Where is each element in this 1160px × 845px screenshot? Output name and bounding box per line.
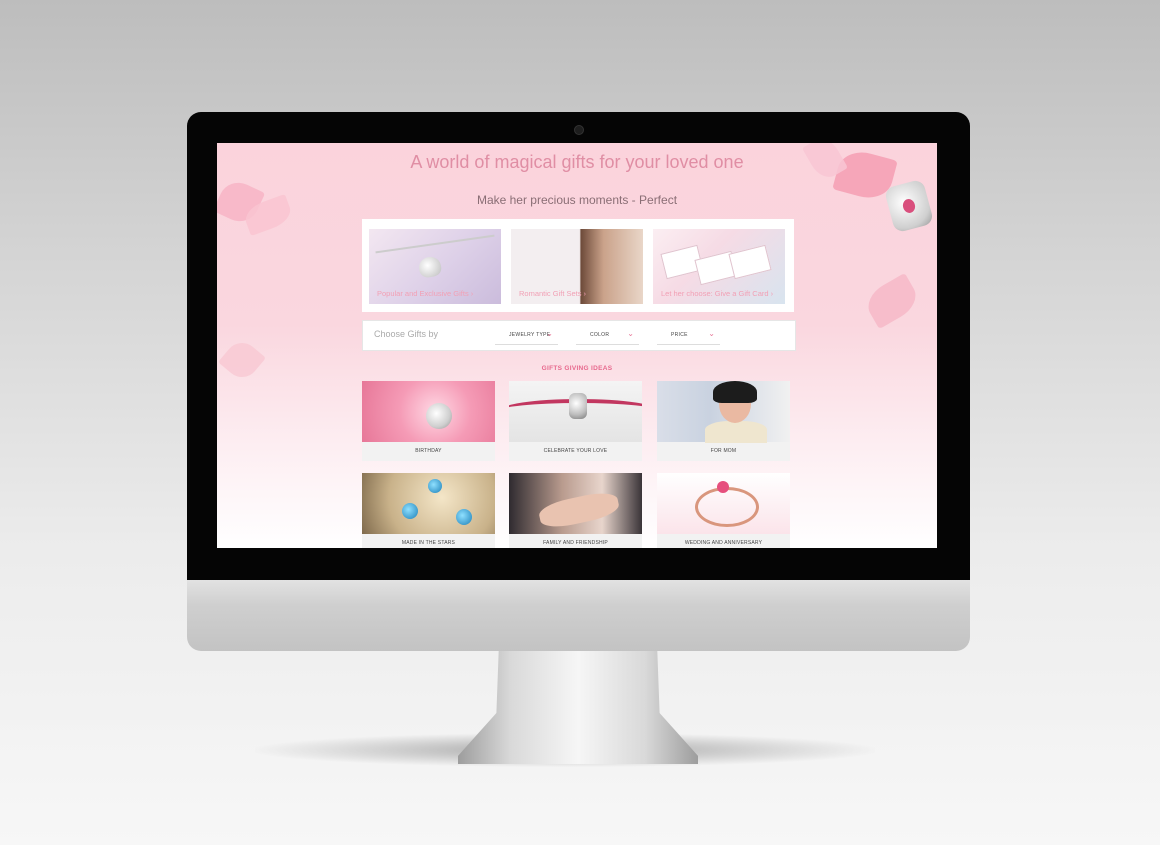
petal-decoration <box>861 272 923 330</box>
chevron-right-icon: › <box>770 289 774 298</box>
chevron-right-icon: › <box>470 289 474 298</box>
dress-shape <box>705 421 767 443</box>
gift-idea-card-wedding-anniversary[interactable]: WEDDING AND ANNIVERSARY <box>657 473 790 548</box>
bracelet-image <box>509 381 642 442</box>
tile-gift-card[interactable]: Let her choose: Give a Gift Card › <box>653 229 785 304</box>
hands-bracelet-image <box>509 473 642 534</box>
price-select[interactable]: PRICE ⌄ <box>657 327 720 345</box>
gift-idea-card-family-friendship[interactable]: FAMILY AND FRIENDSHIP <box>509 473 642 548</box>
monitor-chin <box>187 580 970 651</box>
featured-gift-tiles: Popular and Exclusive Gifts › Romantic Gi… <box>362 219 794 312</box>
necklace-chain-image <box>375 234 495 254</box>
mom-portrait-image <box>657 381 790 443</box>
ring-image <box>657 473 790 534</box>
gift-card-image <box>728 244 772 280</box>
crystal-pendants-image <box>362 473 495 534</box>
filter-label: Choose Gifts by <box>374 329 439 339</box>
crystal-image <box>456 509 472 525</box>
select-label: JEWELRY TYPE <box>509 332 551 338</box>
select-label: PRICE <box>671 332 688 338</box>
tile-label: Romantic Gift Sets › <box>519 289 587 298</box>
heart-pendant-image <box>417 255 443 279</box>
select-label: COLOR <box>590 332 610 338</box>
hero-title: A world of magical gifts for your loved … <box>410 152 744 172</box>
monitor-stand <box>458 648 698 764</box>
ring-gem-shape <box>717 481 729 493</box>
chevron-down-icon: ⌄ <box>627 329 634 338</box>
section-title: GIFTS GIVING IDEAS <box>541 365 613 372</box>
tile-label: Let her choose: Give a Gift Card › <box>661 289 774 298</box>
gift-filter-bar: Choose Gifts by JEWELRY TYPE ⌄ COLOR ⌄ P… <box>362 320 796 351</box>
tile-label: Popular and Exclusive Gifts › <box>377 289 474 298</box>
card-caption: WEDDING AND ANNIVERSARY <box>684 540 763 546</box>
hand-shape <box>537 488 621 532</box>
card-caption: FOR MOM <box>710 448 737 454</box>
gift-idea-card-birthday[interactable]: BIRTHDAY <box>362 381 495 461</box>
card-caption: BIRTHDAY <box>415 448 442 454</box>
crystal-image <box>428 479 442 493</box>
charm-image <box>569 393 587 419</box>
crystal-image <box>402 503 418 519</box>
ring-shape <box>695 487 759 527</box>
color-select[interactable]: COLOR ⌄ <box>576 327 639 345</box>
chevron-down-icon: ⌄ <box>708 329 715 338</box>
charm-image <box>426 403 452 429</box>
card-caption: CELEBRATE YOUR LOVE <box>543 448 608 454</box>
camera-icon <box>574 125 584 135</box>
gift-idea-card-made-in-stars[interactable]: MADE IN THE STARS <box>362 473 495 548</box>
tile-romantic-gift-sets[interactable]: Romantic Gift Sets › <box>511 229 643 304</box>
hero-subtitle: Make her precious moments - Perfect <box>476 193 678 207</box>
chevron-down-icon: ⌄ <box>546 329 553 338</box>
gift-idea-card-celebrate-love[interactable]: CELEBRATE YOUR LOVE <box>509 381 642 461</box>
card-caption: MADE IN THE STARS <box>401 540 456 546</box>
gift-idea-card-for-mom[interactable]: FOR MOM <box>657 381 790 461</box>
birthday-image <box>362 381 495 442</box>
jewelry-type-select[interactable]: JEWELRY TYPE ⌄ <box>495 327 558 345</box>
chevron-right-icon: › <box>583 289 587 298</box>
hair-shape <box>713 381 757 403</box>
petal-decoration <box>218 336 266 384</box>
card-caption: FAMILY AND FRIENDSHIP <box>543 540 608 546</box>
website-screen: A world of magical gifts for your loved … <box>217 143 937 548</box>
tile-popular-exclusive-gifts[interactable]: Popular and Exclusive Gifts › <box>369 229 501 304</box>
